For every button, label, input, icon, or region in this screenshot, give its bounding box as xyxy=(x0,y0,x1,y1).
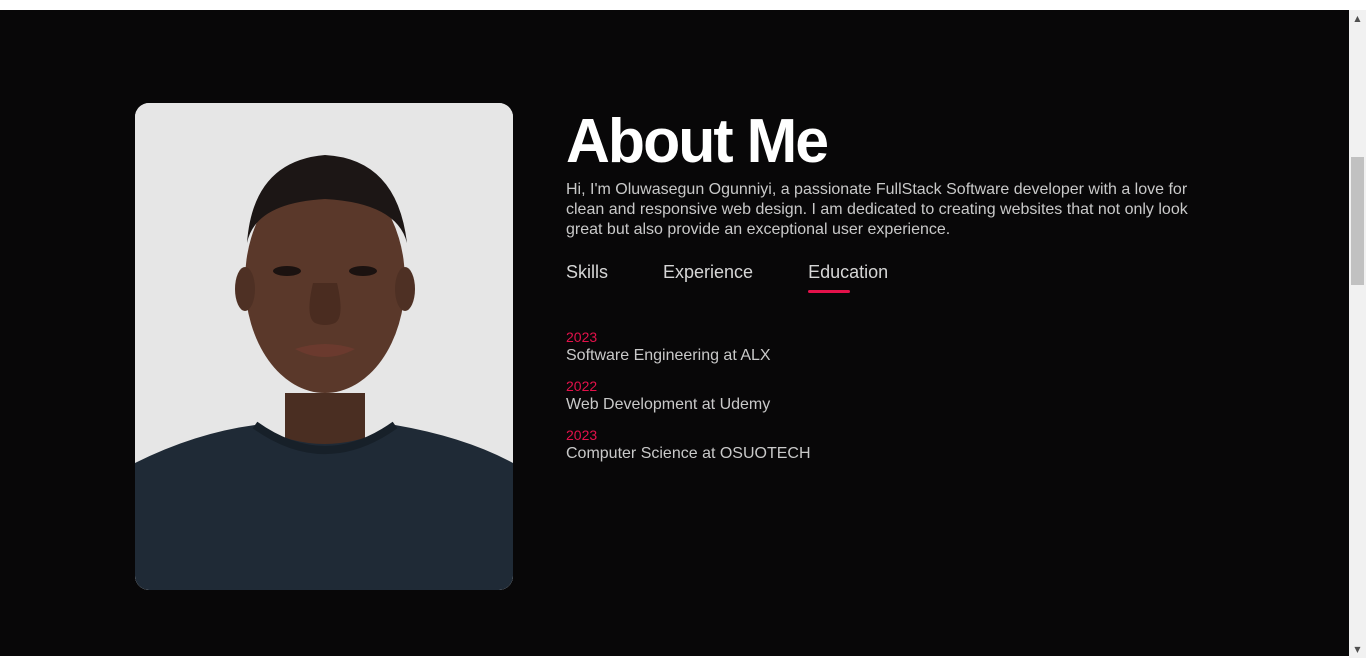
scroll-up-arrow-icon[interactable]: ▲ xyxy=(1349,10,1366,27)
vertical-scrollbar[interactable]: ▲ ▼ xyxy=(1349,10,1366,658)
tab-education[interactable]: Education xyxy=(808,262,888,293)
list-item: 2023 Software Engineering at ALX xyxy=(566,329,1206,366)
education-title: Computer Science at OSUOTECH xyxy=(566,445,811,462)
tab-experience[interactable]: Experience xyxy=(663,262,753,293)
profile-photo xyxy=(135,103,513,590)
education-year: 2022 xyxy=(566,378,598,394)
list-item: 2023 Computer Science at OSUOTECH xyxy=(566,427,1206,464)
tab-skills[interactable]: Skills xyxy=(566,262,608,293)
about-tabs: Skills Experience Education xyxy=(566,262,1206,293)
education-title: Web Development at Udemy xyxy=(566,396,771,413)
scrollbar-thumb[interactable] xyxy=(1351,157,1364,285)
about-title: About Me xyxy=(566,107,829,176)
education-year: 2023 xyxy=(566,329,598,345)
education-title: Software Engineering at ALX xyxy=(566,347,771,364)
about-description: Hi, I'm Oluwasegun Ogunniyi, a passionat… xyxy=(566,181,1188,238)
education-list: 2023 Software Engineering at ALX 2022 We… xyxy=(566,329,1206,464)
about-content: About Me Hi, I'm Oluwasegun Ogunniyi, a … xyxy=(566,106,1206,476)
list-item: 2022 Web Development at Udemy xyxy=(566,378,1206,415)
profile-photo-illustration xyxy=(135,103,513,590)
education-year: 2023 xyxy=(566,427,598,443)
scroll-down-arrow-icon[interactable]: ▼ xyxy=(1349,641,1366,658)
about-section: About Me Hi, I'm Oluwasegun Ogunniyi, a … xyxy=(0,10,1349,656)
